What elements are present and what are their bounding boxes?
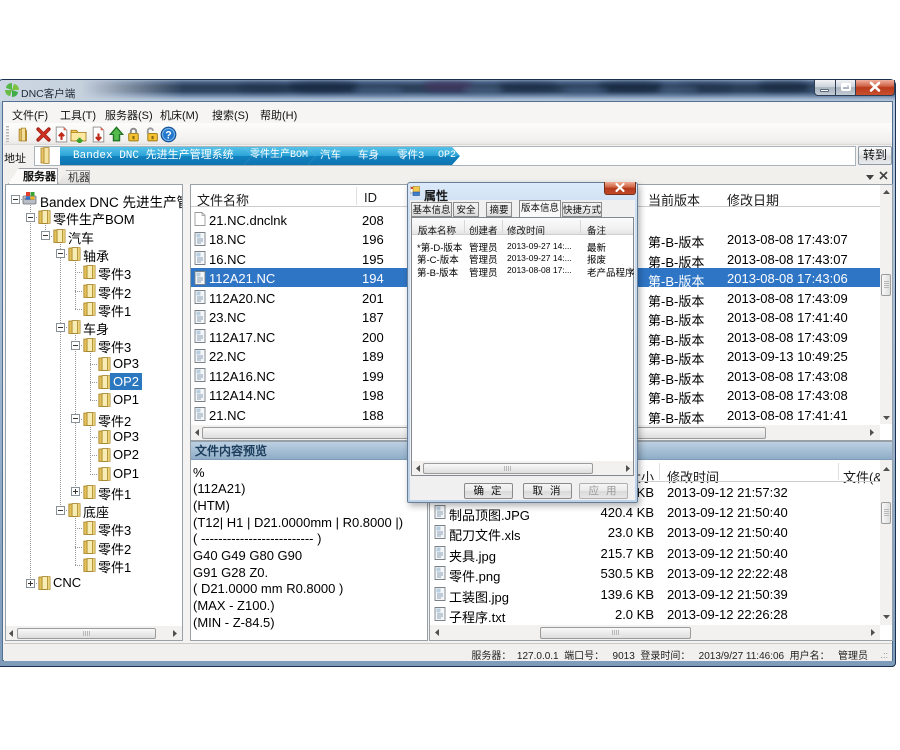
- svg-text:?: ?: [165, 129, 171, 141]
